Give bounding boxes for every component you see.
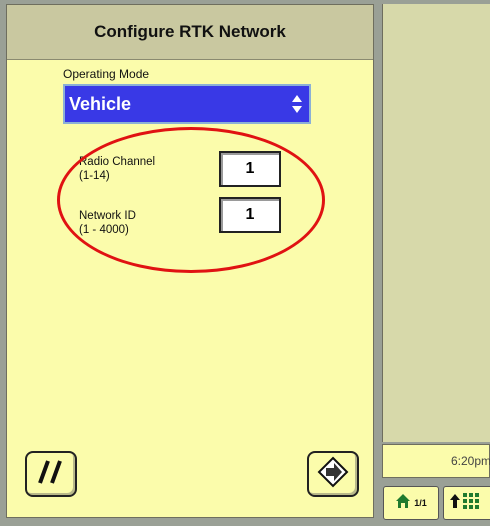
home-icon xyxy=(395,493,411,514)
highlight-ellipse xyxy=(57,127,325,273)
up-down-arrows-icon xyxy=(291,94,303,114)
next-button[interactable] xyxy=(307,451,359,497)
configure-rtk-dialog: Configure RTK Network Operating Mode Veh… xyxy=(6,4,374,518)
main-view-area xyxy=(382,4,490,442)
operating-mode-value: Vehicle xyxy=(69,93,132,114)
clock-bar: 6:20pm xyxy=(382,444,490,478)
display-screen: Configure RTK Network Operating Mode Veh… xyxy=(0,0,490,526)
dialog-title: Configure RTK Network xyxy=(94,22,286,41)
clock-time: 6:20pm xyxy=(450,454,490,468)
arrow-right-icon xyxy=(317,456,349,493)
cancel-button[interactable] xyxy=(25,451,77,497)
menu-button[interactable] xyxy=(443,486,490,520)
dialog-header: Configure RTK Network xyxy=(7,5,373,60)
home-page-button[interactable]: 1/1 xyxy=(383,486,439,520)
operating-mode-label: Operating Mode xyxy=(63,67,150,81)
slash-icon xyxy=(36,457,66,492)
up-arrow-menu-icon xyxy=(450,491,484,516)
operating-mode-select[interactable]: Vehicle xyxy=(63,84,311,124)
page-indicator: 1/1 xyxy=(414,498,427,508)
